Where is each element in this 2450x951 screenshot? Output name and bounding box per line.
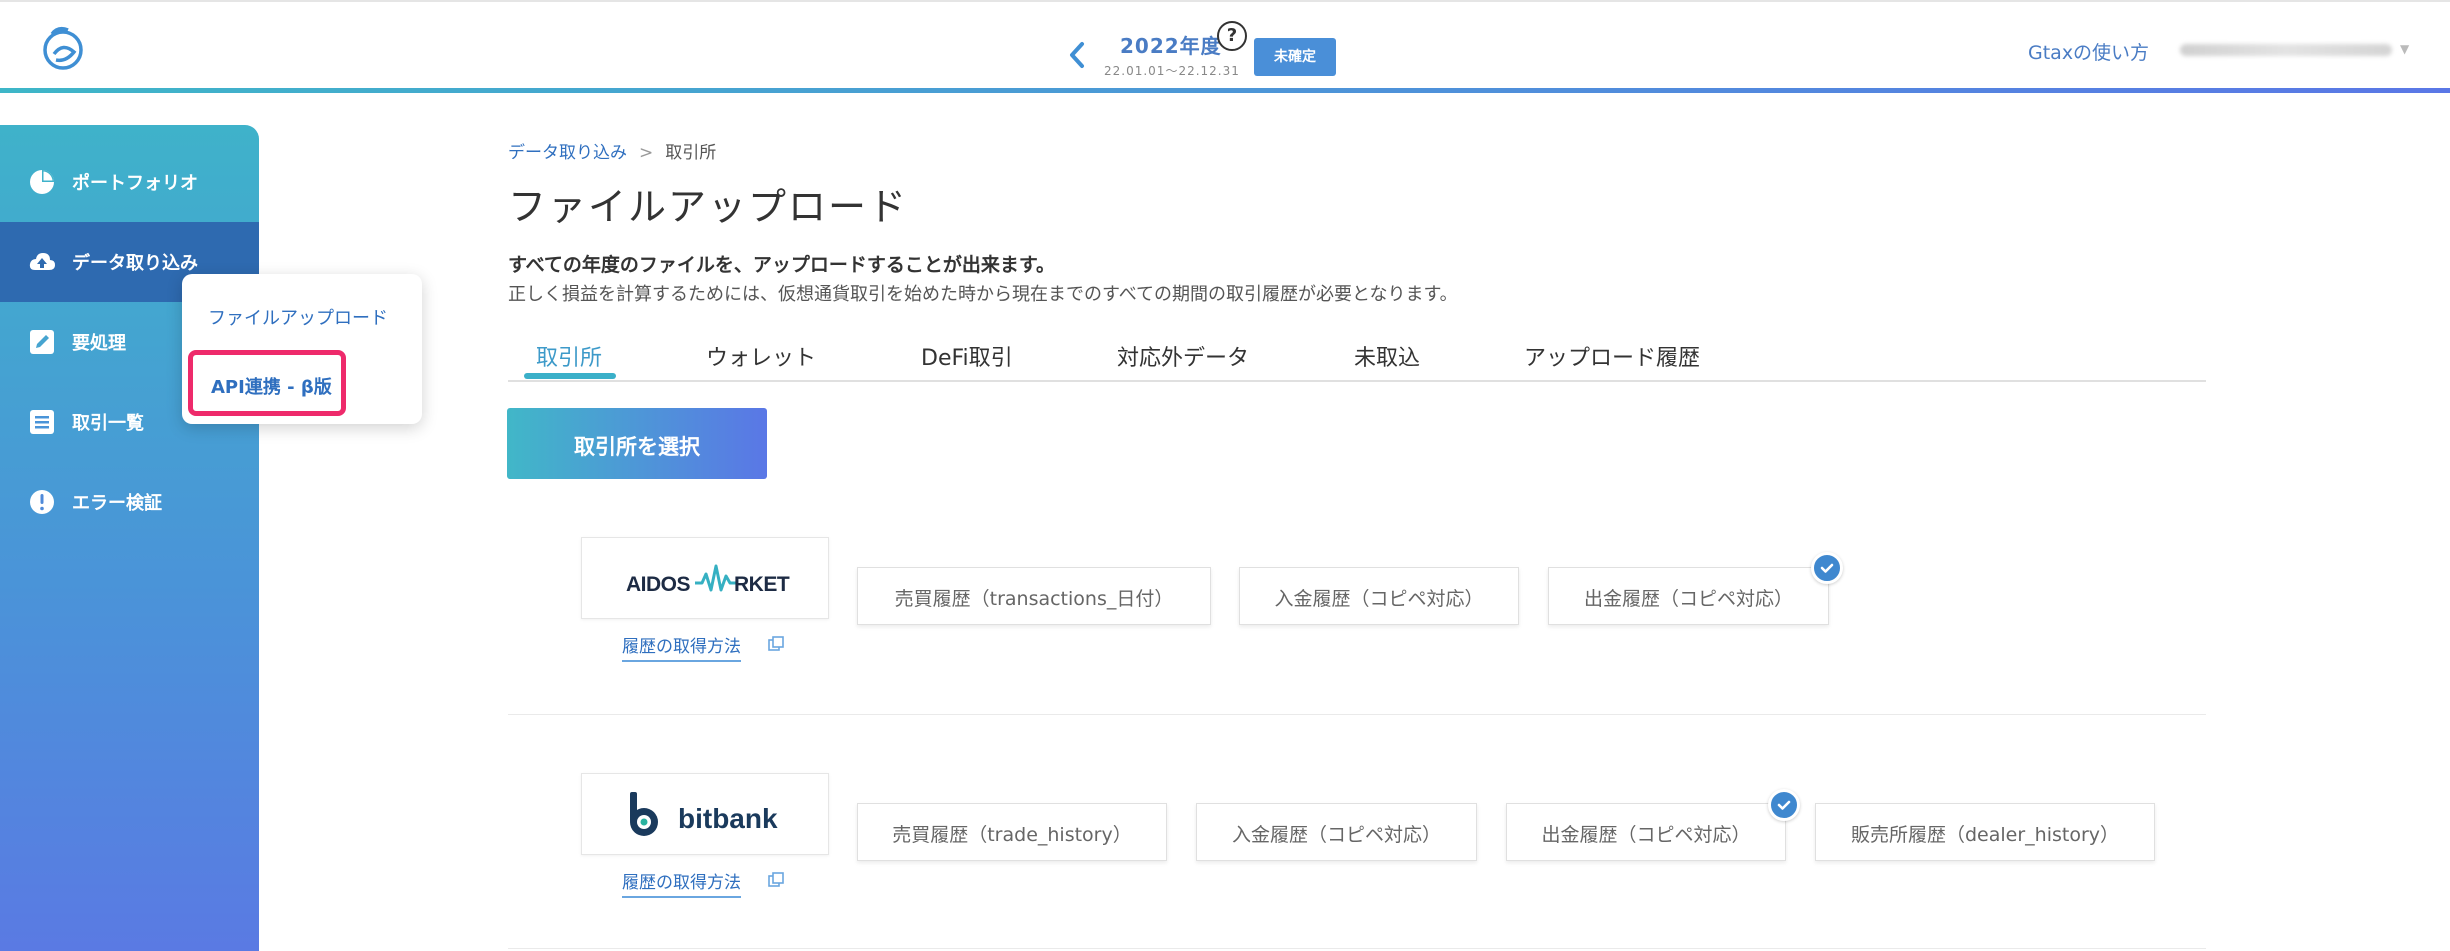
history-button-label: 売買履歴（trade_history）	[892, 824, 1132, 846]
breadcrumb: データ取り込み > 取引所	[508, 138, 716, 163]
external-link-icon[interactable]	[768, 872, 784, 888]
pie-chart-icon	[30, 170, 54, 194]
tab-exchange[interactable]: 取引所	[536, 340, 602, 372]
tab-bar: 取引所 ウォレット DeFi取引 対応外データ 未取込 アップロード履歴	[508, 338, 2206, 382]
select-exchange-button[interactable]: 取引所を選択	[507, 408, 767, 479]
history-button-label: 売買履歴（transactions_日付）	[894, 588, 1174, 610]
status-badge[interactable]: 未確定	[1254, 38, 1336, 76]
history-button-bitbank-trades[interactable]: 売買履歴（trade_history）	[857, 803, 1167, 861]
history-button-bitbank-withdrawals[interactable]: 出金履歴（コピペ対応）	[1506, 803, 1786, 861]
svg-text:bitbank: bitbank	[678, 803, 778, 834]
history-button-aidos-deposits[interactable]: 入金履歴（コピペ対応）	[1239, 567, 1519, 625]
page-title: ファイルアップロード	[508, 185, 909, 229]
history-button-aidos-withdrawals[interactable]: 出金履歴（コピペ対応）	[1548, 567, 1829, 625]
breadcrumb-current: 取引所	[665, 143, 717, 163]
edit-icon	[30, 330, 54, 354]
previous-year-chevron-icon[interactable]	[1066, 40, 1088, 70]
data-import-submenu: ファイルアップロード API連携 - β版	[182, 274, 422, 424]
howto-link-aidosmarket[interactable]: 履歴の取得方法	[622, 632, 741, 662]
list-icon	[30, 410, 54, 434]
page-description: すべての年度のファイルを、アップロードすることが出来ます。	[508, 254, 1056, 276]
help-icon[interactable]: ?	[1217, 21, 1247, 51]
bitbank-logo: bitbank	[630, 792, 778, 836]
svg-text:RKET: RKET	[734, 573, 790, 596]
tab-upload-history[interactable]: アップロード履歴	[1524, 340, 1700, 372]
howto-link-bitbank[interactable]: 履歴の取得方法	[622, 868, 741, 898]
header-gradient-line	[0, 88, 2450, 93]
sidebar-item-label: データ取り込み	[72, 253, 198, 274]
sidebar-item-error-check[interactable]: エラー検証	[0, 462, 259, 542]
history-button-label: 出金履歴（コピペ対応）	[1541, 824, 1751, 846]
breadcrumb-link-data-import[interactable]: データ取り込み	[508, 143, 627, 163]
sidebar-item-label: エラー検証	[72, 493, 162, 514]
top-header: 2022年度 22.01.01〜22.12.31 ? 未確定 Gtaxの使い方 …	[0, 0, 2450, 92]
gtax-logo-icon[interactable]	[38, 24, 88, 72]
exchange-divider	[508, 714, 2206, 715]
history-button-aidos-trades[interactable]: 売買履歴（transactions_日付）	[857, 567, 1211, 625]
history-button-label: 販売所履歴（dealer_history）	[1850, 824, 2120, 846]
sidebar-item-label: 取引一覧	[72, 413, 144, 434]
history-button-label: 入金履歴（コピペ対応）	[1231, 824, 1441, 846]
svg-text:AIDOS: AIDOS	[626, 573, 691, 596]
gtax-howto-link[interactable]: Gtaxの使い方	[2028, 38, 2149, 65]
uploaded-check-icon	[1811, 552, 1843, 584]
external-link-icon[interactable]	[768, 636, 784, 652]
fiscal-year-title[interactable]: 2022年度	[1120, 30, 1222, 59]
submenu-file-upload[interactable]: ファイルアップロード	[208, 304, 388, 330]
aidosmarket-logo: AIDOS RKET	[626, 564, 790, 596]
sidebar-item-label: 要処理	[72, 333, 126, 354]
sidebar: ポートフォリオ データ取り込み 要処理 取引一覧 エラー検証	[0, 125, 259, 951]
page-note: 正しく損益を計算するためには、仮想通貨取引を始めた時から現在までのすべての期間の…	[508, 284, 1458, 305]
fiscal-year-range: 22.01.01〜22.12.31	[1104, 64, 1240, 78]
history-button-bitbank-dealer[interactable]: 販売所履歴（dealer_history）	[1815, 803, 2155, 861]
submenu-api-integration[interactable]: API連携 - β版	[188, 350, 346, 416]
active-tab-indicator	[524, 373, 616, 379]
sidebar-item-label: ポートフォリオ	[72, 173, 198, 194]
select-exchange-label: 取引所を選択	[574, 436, 700, 459]
sidebar-item-portfolio[interactable]: ポートフォリオ	[0, 142, 259, 222]
alert-icon	[30, 490, 54, 514]
tab-unsupported-data[interactable]: 対応外データ	[1117, 340, 1249, 372]
uploaded-check-icon	[1768, 789, 1800, 821]
tab-wallet[interactable]: ウォレット	[706, 340, 816, 372]
user-account-menu[interactable]: ▼	[2180, 40, 2410, 60]
history-button-bitbank-deposits[interactable]: 入金履歴（コピペ対応）	[1196, 803, 1477, 861]
exchange-logo-aidosmarket: AIDOS RKET	[581, 537, 829, 619]
tab-not-imported[interactable]: 未取込	[1354, 340, 1420, 372]
exchange-logo-bitbank: bitbank	[581, 773, 829, 855]
exchange-divider	[508, 948, 2206, 949]
blurred-username	[2180, 44, 2392, 56]
submenu-api-label: API連携 - β版	[211, 377, 332, 398]
cloud-upload-icon	[29, 253, 55, 270]
tab-defi[interactable]: DeFi取引	[921, 340, 1013, 372]
chevron-down-icon: ▼	[2400, 42, 2410, 56]
history-button-label: 入金履歴（コピペ対応）	[1274, 588, 1484, 610]
breadcrumb-separator: >	[639, 143, 654, 163]
history-button-label: 出金履歴（コピペ対応）	[1583, 588, 1793, 610]
